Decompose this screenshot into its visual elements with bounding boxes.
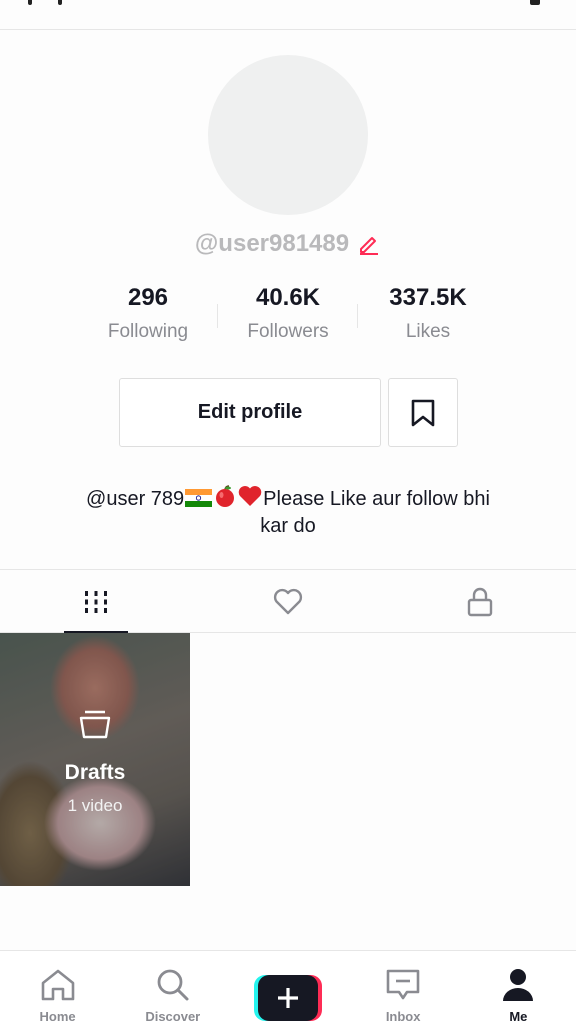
tab-videos[interactable] [0,570,192,634]
stat-following[interactable]: 296 Following [78,284,218,343]
create-button[interactable] [253,975,322,1021]
status-bar-fragment [530,0,540,5]
status-bar-fragment [58,0,62,5]
bio-text: Please Like aur follow bhi [263,488,490,510]
edit-profile-button[interactable]: Edit profile [119,378,381,447]
profile-icon [503,969,534,1001]
tab-liked[interactable] [192,570,384,633]
username: @user981489 [194,230,350,257]
nav-me[interactable]: Me [461,951,576,1024]
nav-home-label: Home [39,1009,76,1024]
stat-followers[interactable]: 40.6K Followers [218,284,358,343]
search-icon [157,969,189,1001]
home-icon [41,969,74,1001]
drafts-tile-overlay [0,633,190,886]
heart-outline-icon [273,588,303,614]
pencil-icon[interactable] [357,232,381,256]
drafts-box-icon [79,710,111,739]
nav-discover-label: Discover [145,1009,201,1024]
favorites-button[interactable] [388,378,458,447]
nav-me-label: Me [509,1009,528,1024]
bottom-navigation: Home Discover Inbox Me [0,950,576,1024]
status-bar-fragment [28,0,32,5]
avatar[interactable] [208,55,368,215]
bio-line-2: kar do [260,515,316,537]
bookmark-icon [411,399,435,426]
nav-inbox[interactable]: Inbox [346,951,461,1024]
nav-home[interactable]: Home [0,951,115,1024]
drafts-tile[interactable]: Drafts 1 video [0,633,190,886]
stat-followers-value: 40.6K [255,284,321,311]
apple-icon [216,485,235,507]
nav-discover[interactable]: Discover [115,951,230,1024]
stat-likes-value: 337.5K [389,284,467,311]
stat-likes-label: Likes [405,321,451,342]
lock-icon [467,587,493,616]
profile-stats: 296 Following 40.6K Followers 337.5K Lik… [78,284,498,343]
username-row: @user981489 [0,230,576,258]
create-button-face [257,975,318,1021]
stat-following-value: 296 [127,284,169,311]
heart-emoji-icon [238,486,262,506]
bio-mention: @user 789 [86,488,185,510]
status-bar [0,0,576,30]
stat-following-label: Following [107,321,189,342]
inbox-icon [386,969,420,1000]
content-tabs [0,569,576,634]
india-flag-icon [185,489,213,507]
plus-icon [277,988,298,1008]
drafts-count: 1 video [67,796,123,815]
tab-private[interactable] [384,570,576,633]
grid-icon [85,590,107,613]
drafts-title: Drafts [64,761,126,784]
nav-inbox-label: Inbox [385,1009,421,1024]
nav-create[interactable] [230,951,345,1024]
stat-likes[interactable]: 337.5K Likes [358,284,498,343]
stat-followers-label: Followers [247,321,329,342]
bio-line-1: @user 789 Please Like aur follow bhi [40,484,536,513]
profile-bio: @user 789 Please Like aur follow bhi kar … [40,484,536,540]
